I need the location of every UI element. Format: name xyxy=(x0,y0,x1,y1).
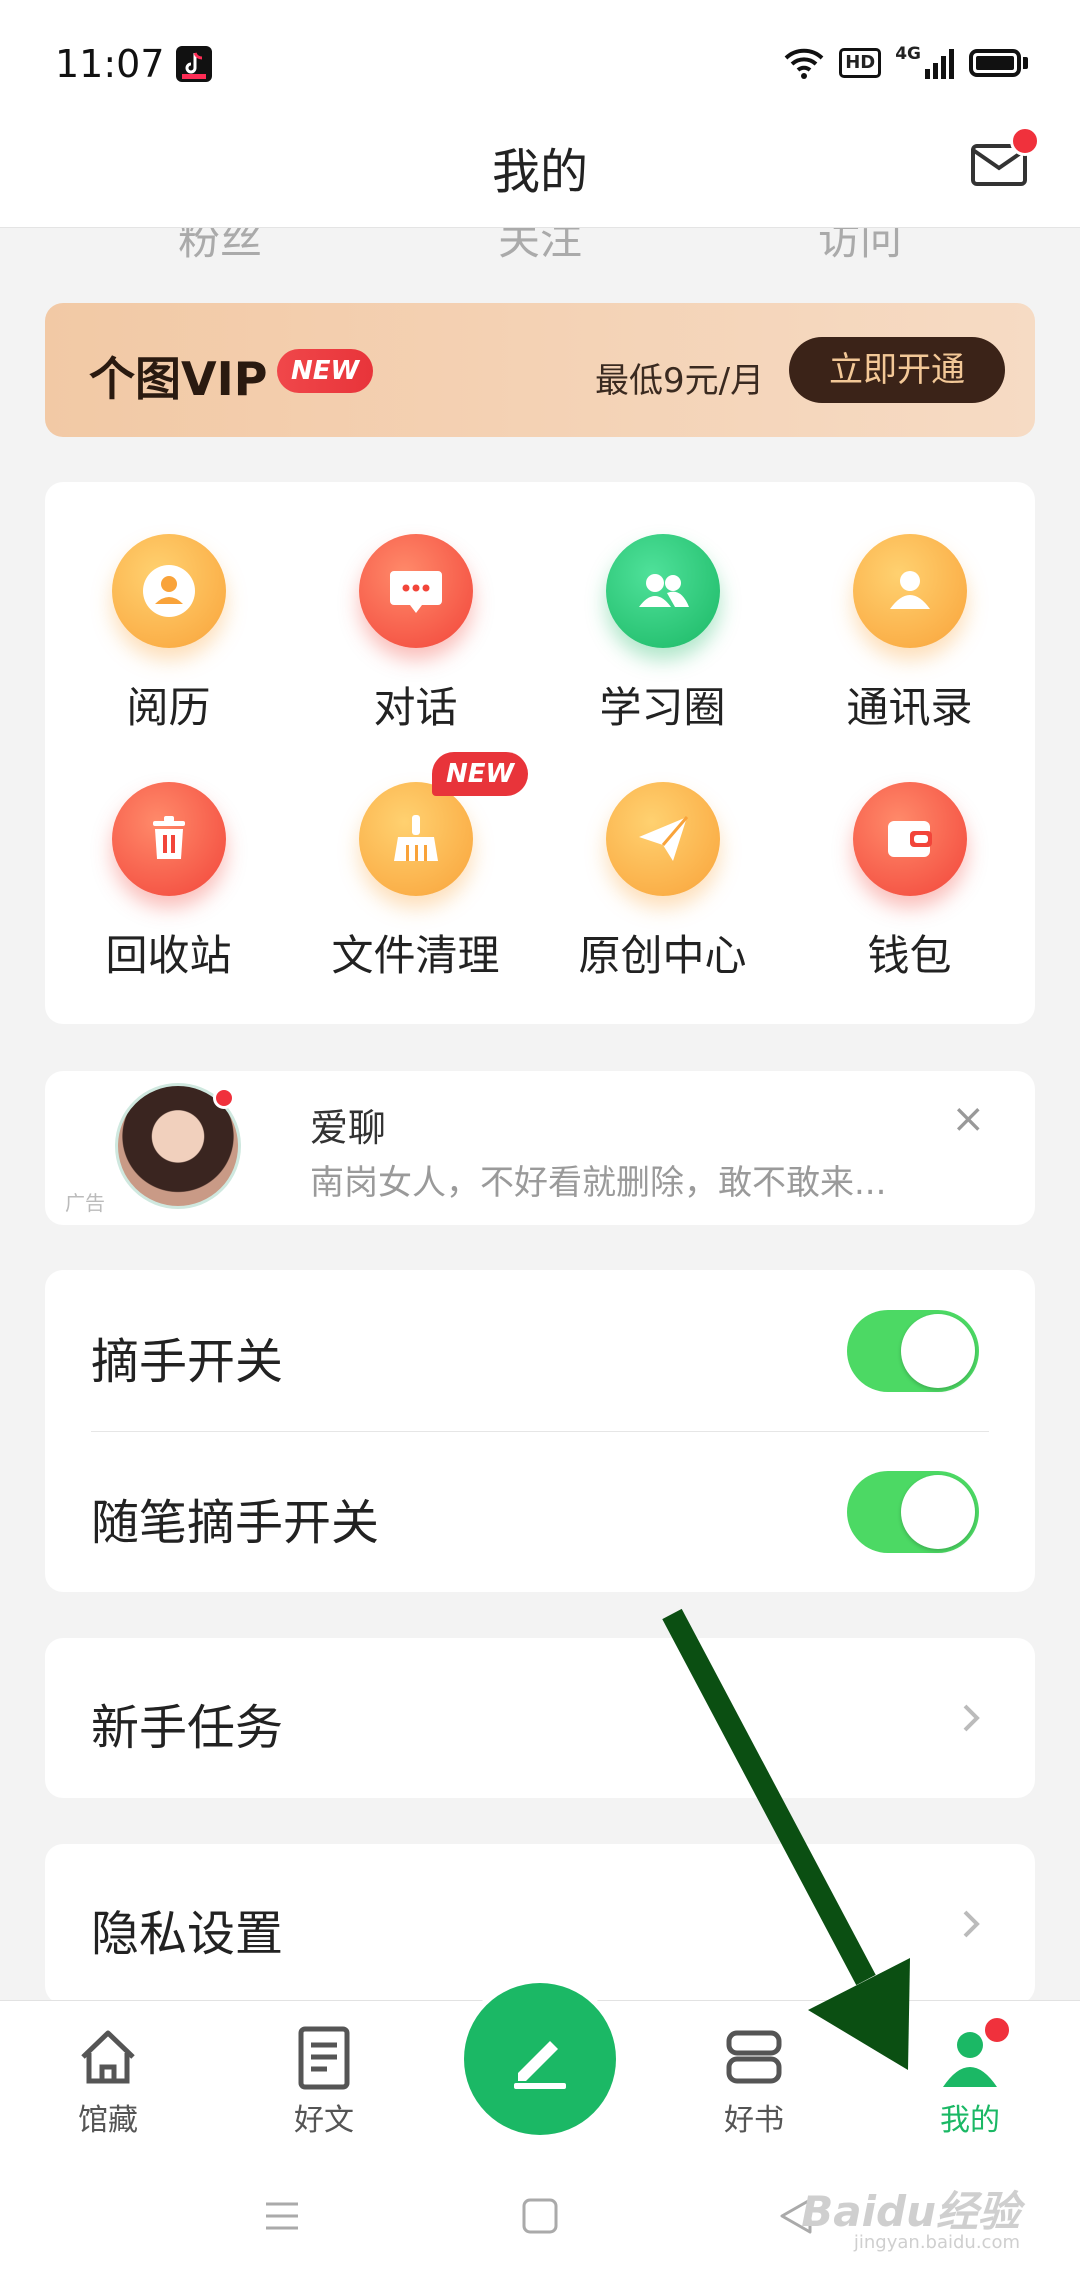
group-icon xyxy=(638,574,689,607)
stat-visits[interactable]: 访问 xyxy=(760,228,960,264)
link-newbie-tasks[interactable]: 新手任务 xyxy=(45,1638,1035,1798)
grid-label: 文件清理 xyxy=(331,931,500,980)
ad-tag: 广告 xyxy=(65,1191,105,1215)
grid-label: 阅历 xyxy=(126,683,211,732)
stat-following[interactable]: 关注 xyxy=(440,228,640,264)
new-badge: NEW xyxy=(432,752,529,796)
home-icon xyxy=(81,2030,135,2084)
ad-title: 爱聊 xyxy=(310,1106,387,1150)
network-type: 4G xyxy=(895,44,921,64)
grid-item-original-center[interactable]: 原创中心 xyxy=(539,782,786,983)
grid-label: 回收站 xyxy=(105,931,232,980)
nav-label: 好文 xyxy=(294,2103,354,2138)
ad-card[interactable]: 广告 爱聊 南岗女人，不好看就删除，敢不敢来... × xyxy=(45,1071,1035,1225)
grid-label: 原创中心 xyxy=(578,931,747,980)
status-bar: 11:07 HD 4G xyxy=(0,0,1080,120)
grid-item-contacts[interactable]: 通讯录 xyxy=(786,534,1033,735)
chevron-right-icon xyxy=(963,1704,980,1732)
ad-description: 南岗女人，不好看就删除，敢不敢来... xyxy=(310,1163,887,1203)
close-icon[interactable]: × xyxy=(951,1099,985,1139)
nav-label: 我的 xyxy=(940,2103,1000,2138)
grid-label: 钱包 xyxy=(867,931,952,980)
link-label: 新手任务 xyxy=(91,1700,284,1756)
link-privacy-settings[interactable]: 隐私设置 xyxy=(45,1844,1035,2004)
chevron-right-icon xyxy=(963,1910,980,1938)
vip-title: 个图VIP xyxy=(89,352,268,406)
stats-row: 粉丝 关注 访问 xyxy=(0,228,1080,264)
page-header: 我的 xyxy=(0,120,1080,228)
chat-bubble-icon xyxy=(389,571,442,613)
mail-unread-dot xyxy=(1010,126,1040,156)
nav-label: 好书 xyxy=(724,2103,784,2138)
nav-mine[interactable]: 我的 xyxy=(900,2015,1040,2139)
excerpt-toggle[interactable] xyxy=(847,1310,979,1392)
compose-button[interactable] xyxy=(464,1983,616,2135)
feature-grid: 阅历 对话 学习圈 通讯录 回收站 NEW 文件清理 原创中心 钱包 xyxy=(45,482,1035,1024)
toggle-card: 摘手开关 随笔摘手开关 xyxy=(45,1270,1035,1592)
grid-item-file-cleanup[interactable]: NEW 文件清理 xyxy=(292,752,539,983)
stat-fans[interactable]: 粉丝 xyxy=(120,228,320,264)
home-square-icon[interactable] xyxy=(520,2196,560,2236)
grid-item-chat[interactable]: 对话 xyxy=(292,534,539,735)
tiktok-app-icon xyxy=(176,46,212,82)
grid-label: 通讯录 xyxy=(846,683,973,732)
link-label: 隐私设置 xyxy=(91,1906,284,1962)
bottom-nav: 馆藏 好文 好书 我的 xyxy=(0,1983,1080,2150)
menu-icon[interactable] xyxy=(262,2196,302,2236)
wallet-icon xyxy=(887,821,932,857)
vip-new-badge: NEW xyxy=(277,349,374,393)
nav-books[interactable]: 好书 xyxy=(684,2023,824,2139)
trash-icon xyxy=(152,816,185,859)
essay-excerpt-toggle[interactable] xyxy=(847,1471,979,1553)
grid-label: 学习圈 xyxy=(599,683,726,732)
grid-item-history[interactable]: 阅历 xyxy=(45,534,292,735)
grid-item-recycle-bin[interactable]: 回收站 xyxy=(45,782,292,983)
grid-label: 对话 xyxy=(373,683,458,732)
grid-item-study-circle[interactable]: 学习圈 xyxy=(539,534,786,735)
ad-avatar-dot xyxy=(213,1087,235,1109)
toggle-row-excerpt: 摘手开关 xyxy=(45,1270,1035,1431)
watermark-url: jingyan.baidu.com xyxy=(853,2232,1020,2253)
broom-icon xyxy=(393,815,438,861)
nav-articles[interactable]: 好文 xyxy=(254,2023,394,2139)
pencil-icon xyxy=(514,2041,566,2089)
nav-unread-dot xyxy=(982,2015,1012,2045)
status-time: 11:07 xyxy=(55,42,165,86)
grid-item-wallet[interactable]: 钱包 xyxy=(786,782,1033,983)
signal-icon xyxy=(925,49,954,79)
toggle-label: 摘手开关 xyxy=(91,1334,284,1390)
wifi-icon xyxy=(784,48,824,79)
hd-badge: HD xyxy=(839,48,882,78)
vip-open-button[interactable]: 立即开通 xyxy=(789,337,1005,403)
nav-collection[interactable]: 馆藏 xyxy=(38,2023,178,2139)
vip-price: 最低9元/月 xyxy=(595,361,765,401)
battery-tip xyxy=(1023,57,1028,69)
battery-icon xyxy=(969,49,1021,77)
user-circle-icon xyxy=(142,565,195,617)
book-icon xyxy=(726,2030,782,2084)
document-icon xyxy=(298,2026,350,2090)
vip-banner[interactable]: 个图VIP NEW 最低9元/月 立即开通 xyxy=(45,303,1035,437)
paper-plane-icon xyxy=(638,816,688,861)
contact-icon xyxy=(889,571,930,609)
toggle-row-essay-excerpt: 随笔摘手开关 xyxy=(45,1431,1035,1592)
toggle-label: 随笔摘手开关 xyxy=(91,1495,380,1551)
baidu-watermark: Baidu经验 xyxy=(801,2187,1020,2236)
nav-label: 馆藏 xyxy=(78,2103,138,2138)
page-title: 我的 xyxy=(491,144,588,200)
